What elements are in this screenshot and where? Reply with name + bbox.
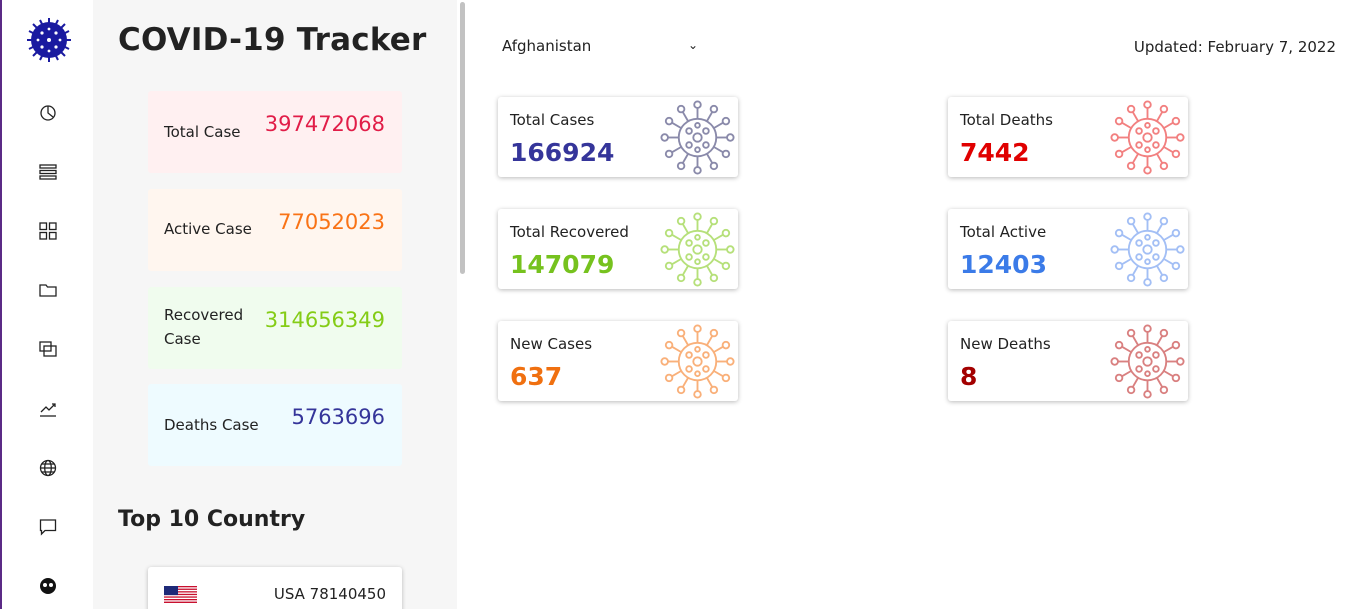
country-name: USA 78140450 (273, 585, 386, 603)
active-case-value: 77052023 (278, 210, 385, 234)
app: COVID-19 Tracker Total Case 397472068 Ac… (0, 0, 1365, 609)
copy-icon[interactable] (38, 339, 58, 359)
icon-rail (0, 0, 93, 609)
emoji-icon[interactable] (38, 576, 58, 596)
recovered-case-value: 314656349 (264, 308, 385, 332)
active-case-card: Active Case 77052023 (148, 189, 402, 271)
virus-icon (660, 324, 735, 399)
total-active-value: 12403 (960, 250, 1047, 279)
virus-icon (660, 212, 735, 287)
top10-title: Top 10 Country (118, 507, 306, 532)
recovered-case-label: Recovered Case (164, 306, 244, 348)
us-flag-icon (164, 586, 197, 603)
globe-icon[interactable] (38, 458, 58, 478)
active-case-label: Active Case (164, 220, 252, 238)
deaths-case-value: 5763696 (291, 405, 385, 429)
virus-logo-icon[interactable] (26, 17, 72, 63)
pie-chart-icon[interactable] (38, 103, 58, 123)
new-cases-value: 637 (510, 362, 563, 391)
total-case-label: Total Case (164, 123, 241, 141)
virus-icon (1110, 212, 1185, 287)
total-active-label: Total Active (960, 223, 1047, 241)
total-cases-card: Total Cases 166924 (498, 97, 738, 177)
list-icon[interactable] (38, 162, 58, 182)
page-title: COVID-19 Tracker (118, 22, 427, 58)
total-deaths-card: Total Deaths 7442 (948, 97, 1188, 177)
total-active-card: Total Active 12403 (948, 209, 1188, 289)
chevron-down-icon: ⌄ (687, 38, 698, 52)
new-cases-card: New Cases 637 (498, 321, 738, 401)
total-recovered-card: Total Recovered 147079 (498, 209, 738, 289)
total-deaths-value: 7442 (960, 138, 1030, 167)
country-list-item[interactable]: USA 78140450 (148, 567, 402, 609)
total-case-value: 397472068 (264, 112, 385, 136)
new-deaths-card: New Deaths 8 (948, 321, 1188, 401)
updated-date: Updated: February 7, 2022 (1133, 38, 1336, 56)
recovered-case-card: Recovered Case 314656349 (148, 287, 402, 369)
summary-panel: COVID-19 Tracker Total Case 397472068 Ac… (93, 0, 457, 609)
country-select[interactable]: Afghanistan ⌄ (502, 37, 698, 59)
country-select-value: Afghanistan (502, 37, 592, 55)
new-cases-label: New Cases (510, 335, 593, 353)
scroll-thumb[interactable] (460, 2, 465, 274)
new-deaths-label: New Deaths (960, 335, 1051, 353)
total-recovered-value: 147079 (510, 250, 615, 279)
deaths-case-label: Deaths Case (164, 416, 259, 434)
folder-icon[interactable] (38, 280, 58, 300)
total-cases-label: Total Cases (510, 111, 595, 129)
virus-icon (1110, 324, 1185, 399)
total-cases-value: 166924 (510, 138, 615, 167)
total-deaths-label: Total Deaths (960, 111, 1053, 129)
total-recovered-label: Total Recovered (510, 223, 629, 241)
new-deaths-value: 8 (960, 362, 978, 391)
chat-icon[interactable] (38, 517, 58, 537)
virus-icon (1110, 100, 1185, 175)
total-case-card: Total Case 397472068 (148, 91, 402, 173)
grid-icon[interactable] (38, 221, 58, 241)
virus-icon (660, 100, 735, 175)
scrollbar[interactable] (457, 0, 468, 609)
trend-icon[interactable] (38, 399, 58, 419)
main-content: Afghanistan ⌄ Updated: February 7, 2022 … (468, 0, 1365, 609)
deaths-case-card: Deaths Case 5763696 (148, 384, 402, 466)
